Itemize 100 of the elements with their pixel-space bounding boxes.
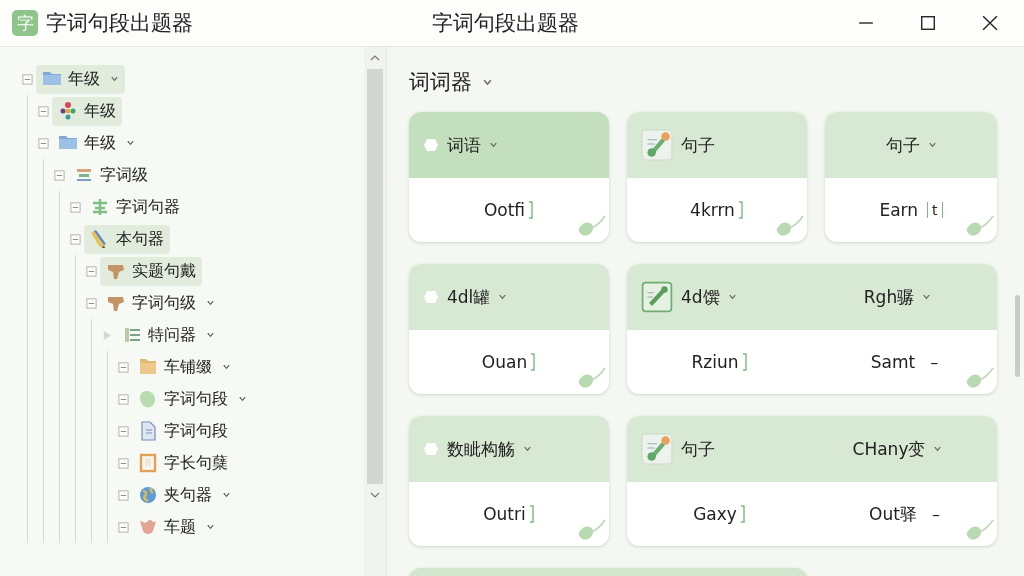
card-value: 4krrn — [690, 200, 735, 220]
tree-item[interactable]: 字长句蘖 — [132, 448, 234, 478]
card[interactable]: 4dl罐 Ouan — [409, 264, 609, 394]
collapse-icon[interactable] — [86, 297, 97, 309]
sprout-icon — [90, 197, 110, 217]
scrollbar[interactable] — [1015, 295, 1020, 377]
bracket-icon — [530, 352, 537, 372]
card-value: Gaxy — [693, 504, 737, 524]
document-icon — [138, 421, 158, 441]
caret-icon[interactable] — [933, 446, 943, 452]
card[interactable]: 词语 Ootfi — [409, 112, 609, 242]
caret-icon[interactable] — [110, 76, 119, 82]
caret-icon[interactable] — [206, 332, 215, 338]
collapse-icon[interactable] — [54, 169, 65, 181]
collapse-icon[interactable] — [38, 105, 49, 117]
card[interactable]: 句子 Earn t — [825, 112, 997, 242]
dropdown[interactable]: 词语 — [447, 133, 498, 157]
collapse-icon[interactable] — [118, 457, 129, 469]
bracket-icon — [528, 504, 535, 524]
collapse-icon[interactable] — [118, 521, 129, 533]
caret-icon[interactable] — [222, 492, 231, 498]
card[interactable]: 数眦构觞 Outri — [409, 416, 609, 546]
tree-item[interactable]: 年级 — [52, 96, 122, 126]
tree-item[interactable]: 特问器 — [116, 320, 221, 350]
tree-item[interactable]: 字词句段 — [132, 384, 253, 414]
collapse-icon[interactable] — [118, 489, 129, 501]
card-value: Earn — [879, 200, 919, 220]
globe-icon — [138, 485, 158, 505]
tag-icon — [423, 442, 439, 456]
caret-icon[interactable] — [206, 300, 215, 306]
card[interactable]: 句子 CHany变 Gaxy Out驿 – — [627, 416, 997, 546]
tree-item[interactable]: 夹句器 — [132, 480, 237, 510]
app-icon: 字 — [12, 10, 38, 36]
collapse-icon[interactable] — [70, 233, 81, 245]
brush-icon — [641, 433, 673, 465]
caret-icon[interactable] — [489, 142, 498, 148]
section-title: 词词器 — [409, 69, 472, 96]
tree-item[interactable]: 本句器 — [84, 224, 170, 254]
caret-icon[interactable] — [238, 396, 247, 402]
dropdown[interactable]: CHany变 — [852, 437, 943, 461]
scrollbar[interactable] — [364, 47, 386, 576]
caret-icon[interactable] — [126, 140, 135, 146]
collapse-icon[interactable] — [70, 201, 81, 213]
collapse-icon[interactable] — [118, 361, 129, 373]
card-title: 句子 — [681, 133, 715, 157]
dash-text: – — [930, 352, 939, 372]
card-value: Samt — [870, 352, 916, 372]
dash-text: – — [931, 504, 940, 524]
dropdown[interactable]: 4dl罐 — [447, 285, 508, 309]
dots-icon — [58, 101, 78, 121]
brush-icon — [641, 129, 673, 161]
collapse-icon[interactable] — [38, 137, 49, 149]
window-title: 字词句段出题器 — [431, 10, 580, 37]
dropdown[interactable]: 4d馔 — [681, 285, 737, 309]
caret-icon[interactable] — [482, 78, 493, 86]
tag-icon — [423, 138, 439, 152]
bracket-icon — [741, 352, 748, 372]
bracket-icon — [737, 200, 744, 220]
caret-icon[interactable] — [727, 294, 737, 300]
caret-icon[interactable] — [927, 142, 937, 148]
card-value: Outri — [483, 504, 526, 524]
tag-icon — [423, 290, 439, 304]
folder-icon — [138, 357, 158, 377]
tree-item[interactable]: 年级 — [36, 64, 125, 94]
tag: t — [927, 202, 943, 218]
scroll-up-icon[interactable] — [370, 55, 380, 61]
collapse-icon[interactable] — [86, 265, 97, 277]
card-value: Ouan — [481, 352, 528, 372]
tree-item[interactable]: 实题句戴 — [100, 256, 202, 286]
collapse-icon[interactable] — [118, 393, 129, 405]
tree-item[interactable]: 字词句段 — [132, 416, 234, 446]
tree-item[interactable]: 字词句器 — [84, 192, 186, 222]
tree-item[interactable]: 年级 — [52, 128, 141, 158]
maximize-icon[interactable] — [920, 15, 936, 31]
tree-item[interactable]: 车题 — [132, 512, 221, 542]
caret-icon[interactable] — [206, 524, 215, 530]
card[interactable]: 句子 4krrn — [627, 112, 807, 242]
tree-item[interactable]: 字词级 — [68, 160, 154, 190]
caret-icon[interactable] — [498, 294, 508, 300]
card-title: 句子 — [681, 437, 715, 461]
tree-item[interactable]: 车铺缀 — [132, 352, 237, 382]
bracket-icon — [528, 200, 535, 220]
card[interactable]: 4d馔 Rgh骣 Rziun Samt – — [627, 264, 997, 394]
list-icon — [122, 325, 142, 345]
caret-icon[interactable] — [222, 364, 231, 370]
collapse-icon[interactable] — [118, 425, 129, 437]
caret-icon[interactable] — [523, 446, 532, 452]
scroll-down-icon[interactable] — [370, 492, 380, 498]
dropdown[interactable]: Rgh骣 — [863, 285, 932, 309]
close-icon[interactable] — [982, 15, 998, 31]
caret-icon[interactable] — [922, 294, 932, 300]
card-value: Rziun — [691, 352, 739, 372]
bookmark-icon — [138, 453, 158, 473]
collapse-icon[interactable] — [22, 73, 33, 85]
dropdown[interactable]: 句子 — [885, 133, 937, 157]
window-title: 字词句段出题器 — [46, 10, 193, 37]
tree-item[interactable]: 字词句级 — [100, 288, 221, 318]
dropdown[interactable]: 数眦构觞 — [447, 437, 532, 461]
card-value: Out驿 — [869, 502, 917, 526]
card-value: Ootfi — [483, 200, 526, 220]
